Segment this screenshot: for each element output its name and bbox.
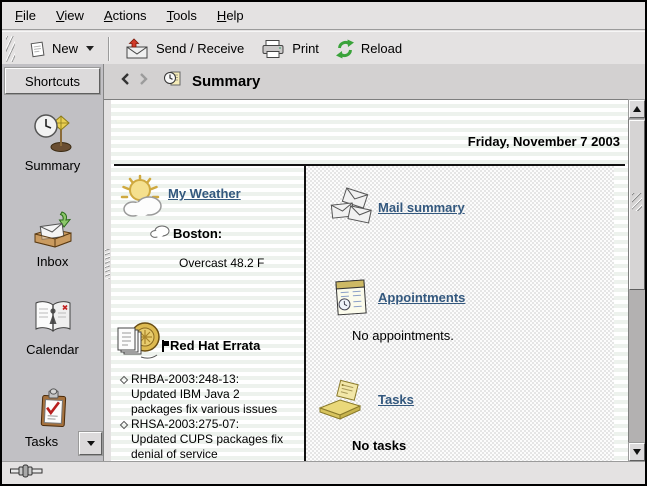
tasks-icon xyxy=(316,378,366,429)
appointments-icon xyxy=(330,276,372,325)
mail-summary-icon xyxy=(330,186,374,233)
reload-button[interactable]: Reload xyxy=(327,35,410,63)
tasks-shortcut-icon xyxy=(2,388,103,430)
reload-icon xyxy=(335,39,355,59)
tasks-link[interactable]: Tasks xyxy=(378,392,414,407)
scroll-down-button[interactable] xyxy=(629,443,645,461)
summary-date: Friday, November 7 2003 xyxy=(468,134,620,149)
folder-title: Summary xyxy=(192,73,260,90)
weather-icon xyxy=(120,174,166,225)
send-receive-icon xyxy=(124,38,150,59)
new-button[interactable]: New xyxy=(20,36,102,62)
mail-summary-link[interactable]: Mail summary xyxy=(378,200,465,215)
new-note-icon xyxy=(28,40,46,58)
errata-title-row: Red Hat Errata xyxy=(161,338,260,353)
toolbar-separator xyxy=(108,37,110,61)
folder-title-bar: Summary xyxy=(104,64,645,100)
errata-item[interactable]: RHSA-2003:275-07: Updated CUPS packages … xyxy=(119,417,285,461)
flag-icon xyxy=(161,340,169,352)
menu-view[interactable]: View xyxy=(54,6,86,25)
errata-icon xyxy=(114,320,162,373)
send-receive-button[interactable]: Send / Receive xyxy=(116,34,252,63)
sidebar-item-calendar[interactable]: Calendar xyxy=(2,298,103,357)
sidebar-item-label: Inbox xyxy=(2,254,103,269)
shortcuts-group-button[interactable]: Shortcuts xyxy=(5,68,100,94)
pane-divider[interactable] xyxy=(104,100,111,461)
toolbar: New Send / Receive Print Reload xyxy=(2,31,645,66)
tasks-empty-text: No tasks xyxy=(352,438,406,453)
right-column: Mail summary Appointments No appointment… xyxy=(306,166,614,461)
menu-file[interactable]: File xyxy=(13,6,38,25)
evolution-window: File View Actions Tools Help New Send / … xyxy=(0,0,647,486)
new-dropdown-arrow-icon[interactable] xyxy=(86,46,94,51)
sidebar-item-inbox[interactable]: Inbox xyxy=(2,210,103,269)
scrollbar-thumb[interactable] xyxy=(629,120,645,290)
menu-tools[interactable]: Tools xyxy=(165,6,199,25)
sidebar-item-label: Calendar xyxy=(2,342,103,357)
chevron-down-icon xyxy=(87,441,95,446)
summary-view: Friday, November 7 2003 My Weather Bosto… xyxy=(111,100,645,461)
errata-title: Red Hat Errata xyxy=(170,338,260,353)
errata-list: RHBA-2003:248-13: Updated IBM Java 2 pac… xyxy=(119,372,285,461)
print-button[interactable]: Print xyxy=(252,35,327,63)
pane-grip[interactable] xyxy=(105,249,110,279)
shortcut-bar: Shortcuts Summary Inbox Calendar Tasks xyxy=(2,64,104,461)
my-weather-link[interactable]: My Weather xyxy=(168,186,241,201)
inbox-icon xyxy=(2,210,103,250)
summary-content: Friday, November 7 2003 My Weather Bosto… xyxy=(111,100,628,461)
forward-icon[interactable] xyxy=(138,72,149,91)
menu-bar: File View Actions Tools Help xyxy=(2,2,645,30)
appointments-link[interactable]: Appointments xyxy=(378,290,465,305)
scroll-up-icon xyxy=(633,106,641,112)
left-column: My Weather Boston: Overcast 48.2 F Red H… xyxy=(114,166,302,461)
scroll-down-icon xyxy=(633,449,641,455)
online-status-icon[interactable] xyxy=(10,464,44,483)
print-icon xyxy=(260,39,286,59)
menu-actions[interactable]: Actions xyxy=(102,6,149,25)
vertical-scrollbar[interactable] xyxy=(628,100,645,461)
sidebar-item-summary[interactable]: Summary xyxy=(2,112,103,173)
toolbar-grip[interactable] xyxy=(6,36,15,62)
calendar-icon xyxy=(2,298,103,338)
back-icon[interactable] xyxy=(120,72,131,91)
weather-city: Boston: xyxy=(173,226,222,241)
scroll-up-button[interactable] xyxy=(629,100,645,118)
weather-condition: Overcast 48.2 F xyxy=(179,256,264,270)
menu-help[interactable]: Help xyxy=(215,6,246,25)
cloud-icon xyxy=(150,224,170,244)
summary-header-icon xyxy=(162,69,182,94)
errata-item[interactable]: RHBA-2003:248-13: Updated IBM Java 2 pac… xyxy=(119,372,285,417)
shortcut-group-dropdown-button[interactable] xyxy=(79,432,102,455)
status-bar xyxy=(2,461,645,484)
appointments-empty-text: No appointments. xyxy=(352,328,454,343)
summary-shortcut-icon xyxy=(2,112,103,154)
sidebar-item-label: Summary xyxy=(2,158,103,173)
